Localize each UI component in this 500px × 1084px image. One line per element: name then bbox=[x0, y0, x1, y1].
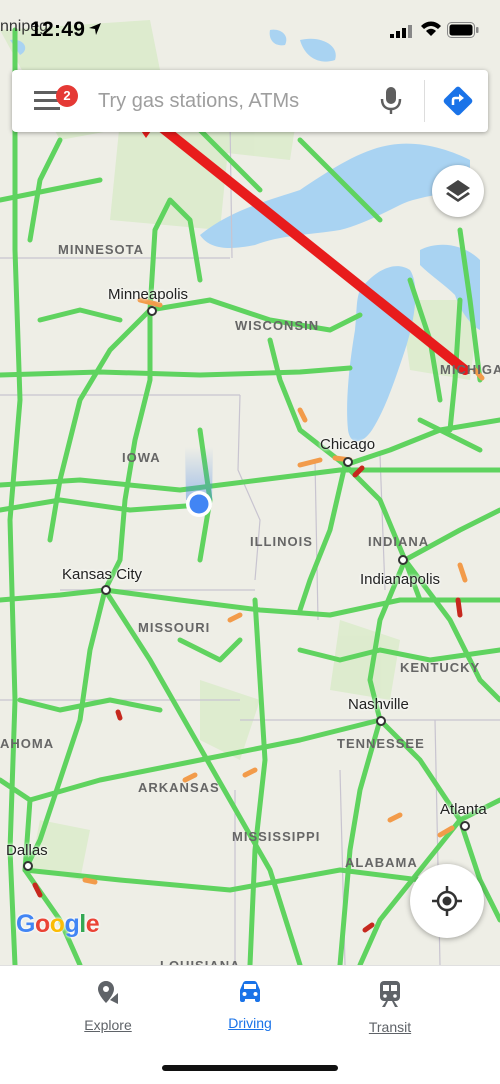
tab-transit[interactable]: Transit bbox=[330, 980, 450, 1035]
status-bar: 12:49 bbox=[0, 0, 500, 60]
layers-button[interactable] bbox=[432, 165, 484, 217]
tab-explore[interactable]: Explore bbox=[48, 980, 168, 1033]
search-bar: 2 bbox=[12, 70, 488, 132]
map-canvas[interactable] bbox=[0, 0, 500, 965]
location-arrow-icon bbox=[89, 23, 101, 35]
search-input[interactable] bbox=[96, 85, 370, 117]
crosshair-icon bbox=[432, 886, 462, 916]
search-divider bbox=[424, 80, 425, 122]
tab-driving[interactable]: Driving bbox=[190, 980, 310, 1031]
microphone-icon[interactable] bbox=[380, 86, 402, 116]
tab-driving-label: Driving bbox=[228, 1015, 272, 1031]
train-icon bbox=[380, 981, 400, 1007]
google-logo: Google bbox=[16, 910, 100, 938]
my-location-button[interactable] bbox=[410, 864, 484, 938]
layers-icon bbox=[446, 180, 470, 202]
directions-icon[interactable] bbox=[442, 85, 474, 117]
tab-transit-label: Transit bbox=[368, 1019, 412, 1035]
signal-icon bbox=[390, 25, 412, 38]
battery-icon bbox=[447, 22, 479, 38]
wifi-icon bbox=[421, 21, 441, 36]
status-time: 12:49 bbox=[30, 18, 86, 41]
map-pin-icon bbox=[98, 981, 118, 1004]
car-icon bbox=[240, 981, 260, 1002]
home-indicator[interactable] bbox=[162, 1065, 338, 1071]
tab-explore-label: Explore bbox=[84, 1017, 132, 1033]
notification-badge: 2 bbox=[56, 85, 78, 107]
